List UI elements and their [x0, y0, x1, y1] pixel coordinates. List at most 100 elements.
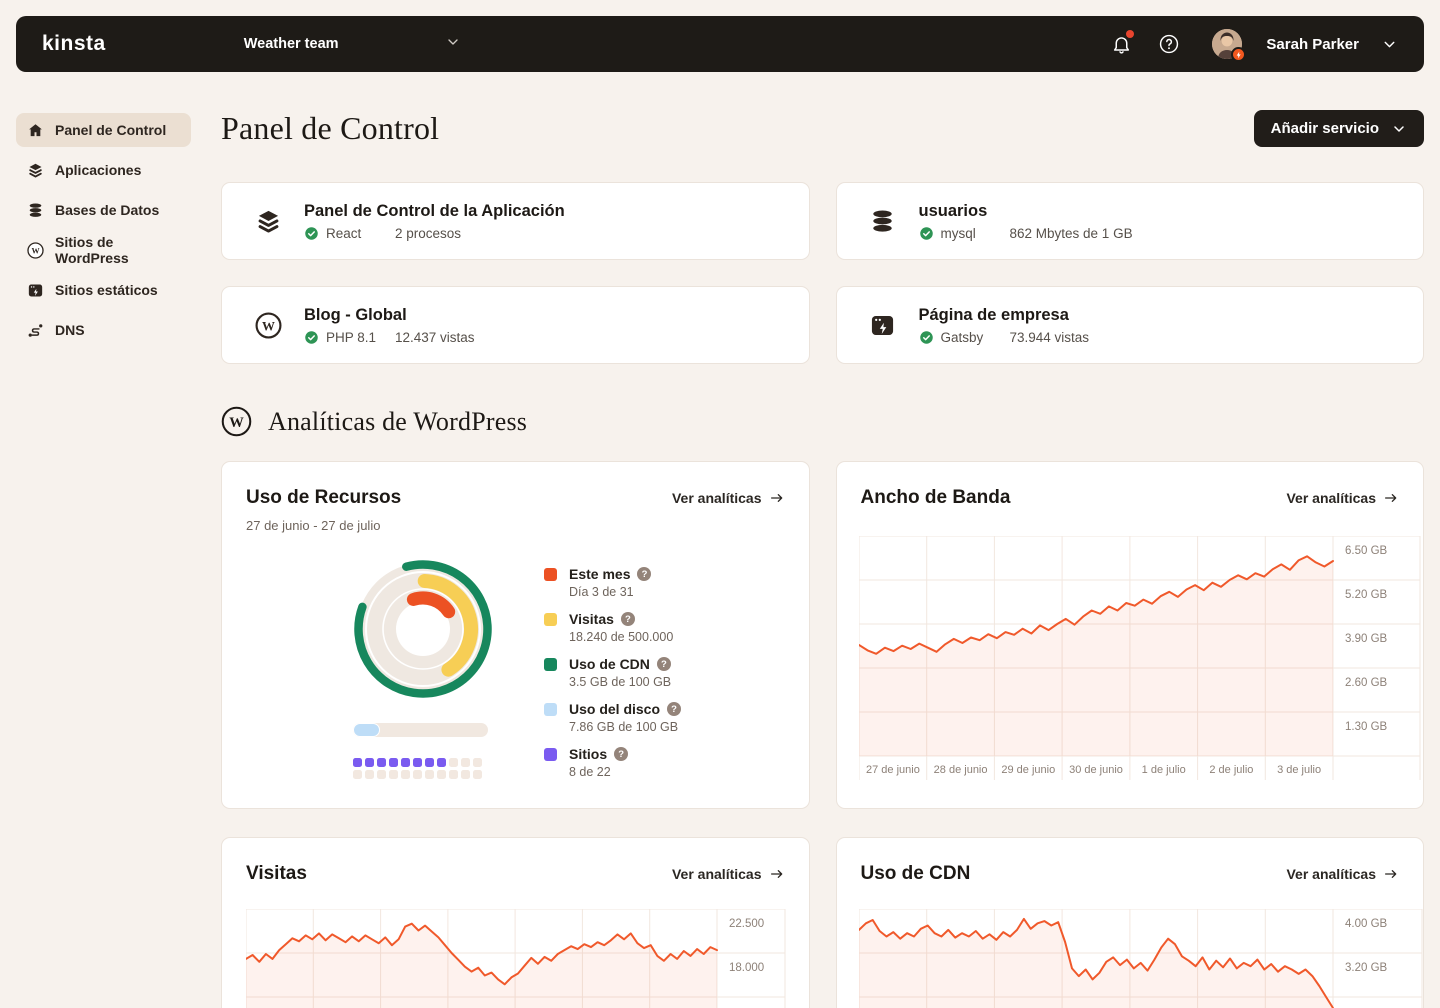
svg-text:W: W	[31, 246, 39, 255]
database-icon	[27, 202, 44, 219]
notifications-button[interactable]	[1108, 31, 1134, 57]
visits-card: Visitas Ver analíticas 22.50018.000	[221, 837, 810, 1008]
svg-text:1.30 GB: 1.30 GB	[1345, 721, 1388, 733]
site-square	[377, 770, 386, 779]
legend-value: 3.5 GB de 100 GB	[569, 675, 671, 689]
site-square	[449, 770, 458, 779]
sidebar-item-dns[interactable]: DNS	[16, 313, 191, 347]
service-card[interactable]: W Blog - Global PHP 8.1 12.437 vistas	[221, 286, 810, 364]
visits-analytics-link[interactable]: Ver analíticas	[672, 866, 785, 882]
svg-text:1 de julio: 1 de julio	[1141, 764, 1185, 776]
disk-usage-fill	[353, 723, 380, 737]
page-title: Panel de Control	[221, 110, 439, 147]
site-square	[389, 770, 398, 779]
svg-text:22.500: 22.500	[729, 918, 764, 930]
help-icon[interactable]: ?	[667, 702, 681, 716]
sidebar-item-sitios-est-ticos[interactable]: Sitios estáticos	[16, 273, 191, 307]
cdn-chart: 4.00 GB3.20 GB	[859, 909, 1423, 1008]
cdn-analytics-link[interactable]: Ver analíticas	[1286, 866, 1399, 882]
service-card[interactable]: Panel de Control de la Aplicación React …	[221, 182, 810, 260]
svg-text:3 de julio: 3 de julio	[1277, 764, 1321, 776]
legend-swatch	[544, 748, 557, 761]
service-detail: 12.437 vistas	[395, 330, 475, 345]
bandwidth-analytics-link[interactable]: Ver analíticas	[1286, 490, 1399, 506]
site-square	[389, 758, 398, 767]
user-avatar[interactable]	[1212, 29, 1242, 59]
sidebar-item-sitios-de-wordpress[interactable]: W Sitios de WordPress	[16, 233, 191, 267]
legend-swatch	[544, 658, 557, 671]
visits-title: Visitas	[246, 863, 307, 885]
static-site-icon	[866, 312, 900, 339]
legend-label: Sitios	[569, 746, 607, 762]
legend-swatch	[544, 568, 557, 581]
sites-grid	[353, 758, 482, 779]
svg-text:W: W	[262, 318, 275, 333]
chevron-down-icon[interactable]	[1381, 36, 1398, 53]
section-title: Analíticas de WordPress	[268, 407, 527, 437]
sidebar-item-bases-de-datos[interactable]: Bases de Datos	[16, 193, 191, 227]
wordpress-icon: W	[27, 242, 44, 259]
sidebar-item-label: Bases de Datos	[55, 202, 159, 218]
site-square	[473, 758, 482, 767]
service-detail: 2 procesos	[395, 226, 461, 241]
legend-swatch	[544, 703, 557, 716]
visits-chart: 22.50018.000	[246, 909, 786, 1008]
help-icon[interactable]: ?	[657, 657, 671, 671]
resources-analytics-link[interactable]: Ver analíticas	[672, 490, 785, 506]
add-service-button[interactable]: Añadir servicio	[1254, 110, 1424, 147]
chevron-down-icon	[445, 34, 461, 54]
help-icon	[1158, 33, 1180, 55]
sidebar-item-aplicaciones[interactable]: Aplicaciones	[16, 153, 191, 187]
svg-text:28 de junio: 28 de junio	[933, 764, 987, 776]
kinsta-logo: kinsta	[42, 32, 106, 56]
site-square	[461, 770, 470, 779]
legend-value: 8 de 22	[569, 765, 628, 779]
team-selector[interactable]: Weather team	[244, 34, 461, 54]
legend-row: Uso de CDN ? 3.5 GB de 100 GB	[544, 656, 681, 689]
service-detail: 862 Mbytes de 1 GB	[1010, 226, 1133, 241]
help-icon[interactable]: ?	[637, 567, 651, 581]
home-icon	[27, 122, 44, 139]
sidebar: Panel de Control Aplicaciones Bases de D…	[16, 113, 191, 1008]
site-square	[365, 758, 374, 767]
svg-text:5.20 GB: 5.20 GB	[1345, 589, 1388, 601]
status-check-icon	[919, 330, 934, 345]
disk-usage-bar	[353, 723, 488, 737]
arrow-right-icon	[769, 490, 785, 506]
help-icon[interactable]: ?	[621, 612, 635, 626]
bandwidth-chart: 6.50 GB5.20 GB3.90 GB2.60 GB1.30 GB27 de…	[859, 536, 1421, 787]
notification-dot	[1126, 30, 1134, 38]
link-label: Ver analíticas	[672, 490, 762, 506]
service-card[interactable]: Página de empresa Gatsby 73.944 vistas	[836, 286, 1425, 364]
arrow-right-icon	[1383, 490, 1399, 506]
legend-row: Este mes ? Día 3 de 31	[544, 566, 681, 599]
add-service-label: Añadir servicio	[1271, 120, 1379, 137]
svg-text:30 de junio: 30 de junio	[1069, 764, 1123, 776]
service-title: Panel de Control de la Aplicación	[304, 202, 565, 221]
bandwidth-card: Ancho de Banda Ver analíticas 6.50 GB5.2…	[836, 461, 1425, 809]
legend-swatch	[544, 613, 557, 626]
site-square	[365, 770, 374, 779]
svg-text:29 de junio: 29 de junio	[1001, 764, 1055, 776]
svg-text:27 de junio: 27 de junio	[865, 764, 919, 776]
top-navbar: kinsta Weather team Sarah Parker	[16, 16, 1424, 72]
svg-text:3.90 GB: 3.90 GB	[1345, 633, 1388, 645]
help-icon[interactable]: ?	[614, 747, 628, 761]
resources-legend: Este mes ? Día 3 de 31 Visitas ? 18.240 …	[544, 566, 681, 779]
site-square	[461, 758, 470, 767]
sidebar-item-panel-de-control[interactable]: Panel de Control	[16, 113, 191, 147]
user-name: Sarah Parker	[1266, 36, 1359, 53]
bolt-badge-icon	[1231, 47, 1246, 62]
legend-value: 7.86 GB de 100 GB	[569, 720, 681, 734]
legend-row: Uso del disco ? 7.86 GB de 100 GB	[544, 701, 681, 734]
database-icon	[866, 208, 900, 235]
site-square	[413, 770, 422, 779]
help-button[interactable]	[1156, 31, 1182, 57]
service-card[interactable]: usuarios mysql 862 Mbytes de 1 GB	[836, 182, 1425, 260]
dns-icon	[27, 322, 44, 339]
resources-card: Uso de Recursos Ver analíticas 27 de jun…	[221, 461, 810, 809]
main-content: Panel de Control Añadir servicio Panel d…	[221, 72, 1424, 1008]
arrow-right-icon	[1383, 866, 1399, 882]
site-square	[437, 758, 446, 767]
legend-label: Uso de CDN	[569, 656, 650, 672]
